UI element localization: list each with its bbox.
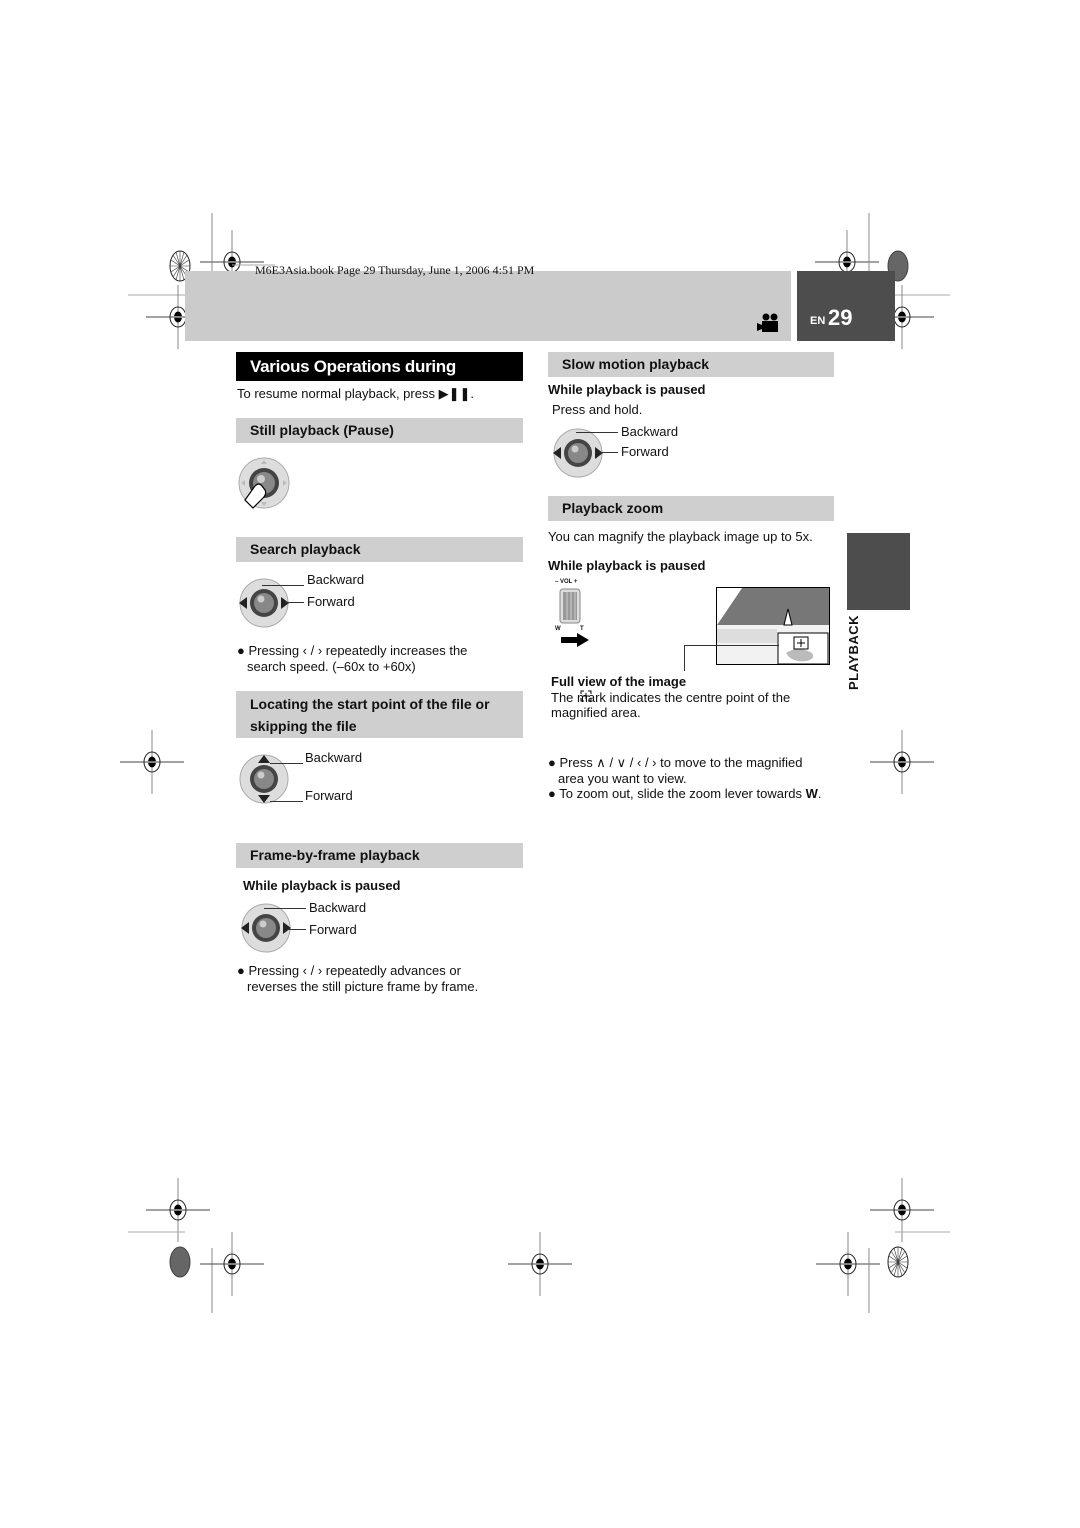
full-view-image — [716, 587, 830, 665]
tele-label: T — [580, 626, 584, 632]
forward-label: Forward — [307, 594, 355, 609]
backward-label: Backward — [621, 424, 679, 439]
section-slow-motion: Slow motion playback — [548, 352, 834, 377]
chapter-tab — [847, 533, 910, 610]
forward-label: Forward — [309, 922, 357, 937]
centre-mark-icon — [580, 690, 592, 702]
zoom-note-out: ● To zoom out, slide the zoom lever towa… — [548, 786, 822, 801]
chapter-label: PLAYBACK — [846, 614, 861, 690]
section-frame-by-frame: Frame-by-frame playback — [236, 843, 523, 868]
section-playback-zoom: Playback zoom — [548, 496, 834, 521]
frame-note: ● Pressing ‹ / › repeatedly advances or — [237, 963, 461, 978]
zoom-description: You can magnify the playback image up to… — [548, 529, 813, 544]
zoom-note-move-cont: area you want to view. — [558, 771, 687, 786]
wide-label: W — [555, 626, 561, 632]
section-locate-skip: Locating the start point of the file or … — [236, 691, 523, 738]
centre-mark-note-cont: magnified area. — [551, 705, 641, 720]
zoom-lever-icon — [559, 588, 581, 624]
slow-condition: While playback is paused — [548, 382, 706, 397]
joystick-left-right-icon — [241, 903, 291, 953]
full-view-label: Full view of the image — [551, 674, 687, 689]
forward-label: Forward — [305, 788, 353, 803]
backward-label: Backward — [309, 900, 367, 915]
slide-right-arrow-icon — [561, 633, 589, 647]
zoom-note-move: ● Press ∧ / ∨ / ‹ / › to move to the mag… — [548, 755, 803, 770]
language-code: EN — [810, 315, 826, 327]
frame-note-cont: reverses the still picture frame by fram… — [247, 979, 479, 994]
backward-label: Backward — [305, 750, 363, 765]
header-band — [185, 271, 791, 341]
section-still-playback: Still playback (Pause) — [236, 418, 523, 443]
slow-instruction: Press and hold. — [552, 402, 643, 417]
joystick-left-right-icon — [553, 428, 603, 478]
backward-label: Backward — [307, 572, 365, 587]
video-camera-icon — [757, 313, 778, 332]
joystick-up-down-icon — [239, 754, 289, 804]
zoom-condition: While playback is paused — [548, 558, 706, 573]
page-title: Various Operations during Playback — [236, 352, 523, 405]
frame-condition: While playback is paused — [243, 878, 401, 893]
vol-label: – VOL + — [555, 579, 578, 585]
page-number: 29 — [828, 305, 853, 330]
search-note: ● Pressing ‹ / › repeatedly increases th… — [237, 643, 468, 658]
section-search-playback: Search playback — [236, 537, 523, 562]
registration-marks — [119, 213, 950, 1313]
intro-text: To resume normal playback, press ▶❚❚. — [237, 386, 474, 401]
forward-label: Forward — [621, 444, 669, 459]
book-info-line: M6E3Asia.book Page 29 Thursday, June 1, … — [255, 263, 535, 277]
search-note-cont: search speed. (–60x to +60x) — [247, 659, 416, 674]
joystick-press-icon — [238, 457, 290, 509]
